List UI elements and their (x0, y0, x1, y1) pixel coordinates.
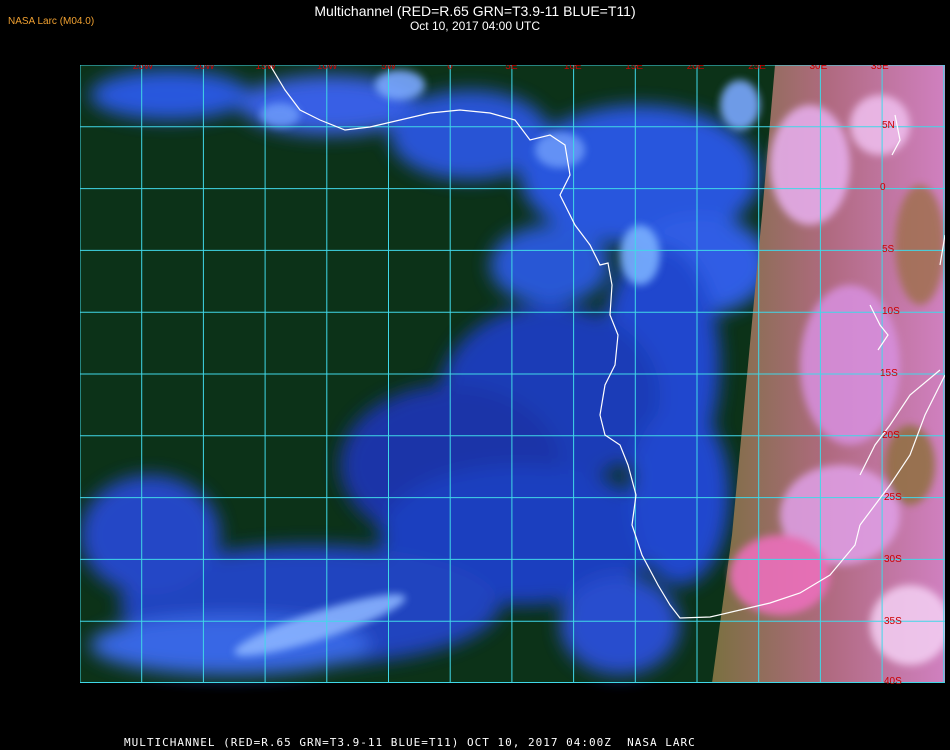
footer-caption: MULTICHANNEL (RED=R.65 GRN=T3.9-11 BLUE=… (124, 736, 696, 749)
image-timestamp: Oct 10, 2017 04:00 UTC (409, 19, 541, 33)
latitude-label: 5S (882, 244, 895, 255)
no-data-strip (80, 683, 945, 725)
latitude-label: 15S (880, 368, 898, 379)
latitude-label: 30S (884, 554, 902, 565)
latitude-label: 20S (882, 430, 900, 441)
longitude-label: 35E (871, 65, 889, 72)
longitude-label: 0 (447, 65, 453, 72)
latitude-label: 25S (884, 492, 902, 503)
satellite-map[interactable]: 25W 20W 15W 10W 5W 0 5E 10E 15E 20E 25E 30E 35E 5N 0 5… (80, 65, 945, 725)
latitude-label: 10S (882, 306, 900, 317)
longitude-label: 15E (625, 65, 643, 72)
longitude-label: 25W (133, 65, 154, 72)
longitude-label: 30E (810, 65, 828, 72)
latitude-label: 40S (884, 676, 902, 687)
longitude-label: 10W (317, 65, 338, 72)
image-title: Multichannel (RED=R.65 GRN=T3.9-11 BLUE=… (314, 3, 636, 19)
latitude-label: 35S (884, 616, 902, 627)
latitude-label: 5N (882, 120, 895, 131)
longitude-label: 20E (687, 65, 705, 72)
latitude-label: 0 (880, 182, 886, 193)
longitude-label: 10E (564, 65, 582, 72)
longitude-label: 25E (748, 65, 766, 72)
longitude-label: 20W (194, 65, 215, 72)
longitude-label: 15W (256, 65, 277, 72)
longitude-label: 5E (505, 65, 518, 72)
satellite-image-canvas: 25W 20W 15W 10W 5W 0 5E 10E 15E 20E 25E 30E 35E 5N 0 5… (80, 65, 945, 725)
longitude-label: 5W (381, 65, 397, 72)
